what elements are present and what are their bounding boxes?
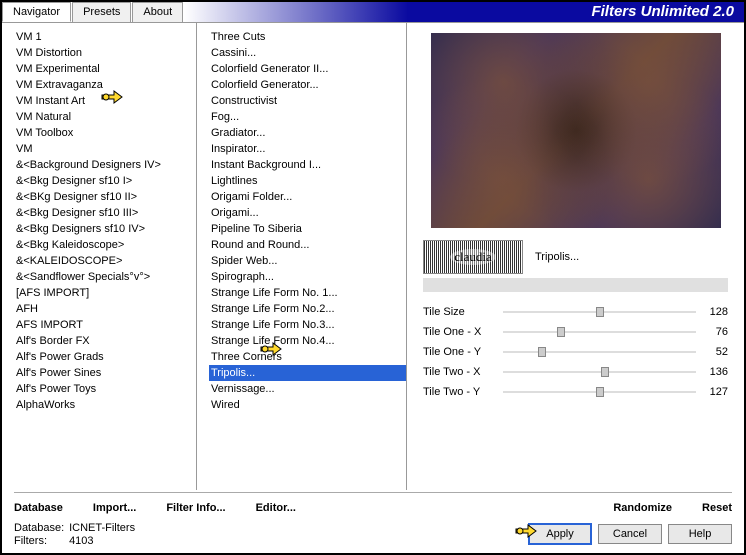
category-item[interactable]: &<Bkg Designers sf10 IV> bbox=[14, 221, 196, 237]
filter-item[interactable]: Strange Life Form No. 1... bbox=[209, 285, 406, 301]
filter-item[interactable]: Fog... bbox=[209, 109, 406, 125]
preview-image bbox=[431, 33, 721, 228]
slider-thumb[interactable] bbox=[596, 387, 604, 397]
cancel-button[interactable]: Cancel bbox=[598, 524, 662, 544]
filter-item[interactable]: Tripolis... bbox=[209, 365, 406, 381]
category-item[interactable]: VM 1 bbox=[14, 29, 196, 45]
filter-item[interactable]: Vernissage... bbox=[209, 381, 406, 397]
filter-item[interactable]: Origami Folder... bbox=[209, 189, 406, 205]
tab-presets[interactable]: Presets bbox=[72, 2, 131, 22]
filter-item[interactable]: Colorfield Generator... bbox=[209, 77, 406, 93]
category-item[interactable]: VM Experimental bbox=[14, 61, 196, 77]
reset-button[interactable]: Reset bbox=[702, 502, 732, 514]
slider-thumb[interactable] bbox=[596, 307, 604, 317]
tab-strip: Navigator Presets About bbox=[2, 2, 184, 22]
slider-label: Tile One - X bbox=[423, 326, 503, 338]
slider-row: Tile One - X 76 bbox=[423, 322, 728, 342]
category-item[interactable]: Alf's Power Grads bbox=[14, 349, 196, 365]
category-item[interactable]: VM Natural bbox=[14, 109, 196, 125]
category-item[interactable]: Alf's Border FX bbox=[14, 333, 196, 349]
app-title: Filters Unlimited 2.0 bbox=[184, 2, 744, 22]
filter-item[interactable]: Gradiator... bbox=[209, 125, 406, 141]
slider-label: Tile Two - Y bbox=[423, 386, 503, 398]
import-button[interactable]: Import... bbox=[93, 502, 136, 514]
slider-value: 52 bbox=[696, 346, 728, 358]
category-list[interactable]: VM 1VM DistortionVM ExperimentalVM Extra… bbox=[2, 23, 197, 490]
author-logo: claudia bbox=[423, 240, 523, 274]
filter-item[interactable]: Strange Life Form No.2... bbox=[209, 301, 406, 317]
filter-item[interactable]: Constructivist bbox=[209, 93, 406, 109]
filter-item[interactable]: Three Cuts bbox=[209, 29, 406, 45]
category-item[interactable]: VM Distortion bbox=[14, 45, 196, 61]
help-button[interactable]: Help bbox=[668, 524, 732, 544]
slider-value: 76 bbox=[696, 326, 728, 338]
category-item[interactable]: VM bbox=[14, 141, 196, 157]
category-item[interactable]: AFH bbox=[14, 301, 196, 317]
category-item[interactable]: &<Bkg Designer sf10 I> bbox=[14, 173, 196, 189]
filter-item[interactable]: Spirograph... bbox=[209, 269, 406, 285]
filter-item[interactable]: Pipeline To Siberia bbox=[209, 221, 406, 237]
slider-row: Tile Two - X 136 bbox=[423, 362, 728, 382]
category-item[interactable]: &<KALEIDOSCOPE> bbox=[14, 253, 196, 269]
filter-item[interactable]: Inspirator... bbox=[209, 141, 406, 157]
slider-track[interactable] bbox=[503, 364, 696, 380]
slider-track[interactable] bbox=[503, 304, 696, 320]
category-item[interactable]: [AFS IMPORT] bbox=[14, 285, 196, 301]
slider-row: Tile One - Y 52 bbox=[423, 342, 728, 362]
filter-item[interactable]: Wired bbox=[209, 397, 406, 413]
slider-thumb[interactable] bbox=[557, 327, 565, 337]
slider-row: Tile Two - Y 127 bbox=[423, 382, 728, 402]
filter-item[interactable]: Spider Web... bbox=[209, 253, 406, 269]
filter-item[interactable]: Round and Round... bbox=[209, 237, 406, 253]
randomize-button[interactable]: Randomize bbox=[613, 502, 672, 514]
category-item[interactable]: VM Toolbox bbox=[14, 125, 196, 141]
filter-item[interactable]: Strange Life Form No.4... bbox=[209, 333, 406, 349]
category-item[interactable]: Alf's Power Sines bbox=[14, 365, 196, 381]
slider-value: 127 bbox=[696, 386, 728, 398]
pointer-hand-icon bbox=[259, 339, 283, 359]
slider-label: Tile One - Y bbox=[423, 346, 503, 358]
slider-thumb[interactable] bbox=[538, 347, 546, 357]
status-bar: Database: ICNET-Filters Filters: 4103 bbox=[14, 522, 135, 548]
category-item[interactable]: &<Bkg Designer sf10 III> bbox=[14, 205, 196, 221]
database-button[interactable]: Database bbox=[14, 502, 63, 514]
tab-about[interactable]: About bbox=[132, 2, 183, 22]
category-item[interactable]: AlphaWorks bbox=[14, 397, 196, 413]
editor-button[interactable]: Editor... bbox=[256, 502, 296, 514]
filter-item[interactable]: Instant Background I... bbox=[209, 157, 406, 173]
filter-item[interactable]: Strange Life Form No.3... bbox=[209, 317, 406, 333]
category-item[interactable]: AFS IMPORT bbox=[14, 317, 196, 333]
filter-name: Tripolis... bbox=[531, 249, 728, 265]
filter-item[interactable]: Colorfield Generator II... bbox=[209, 61, 406, 77]
filter-item[interactable]: Lightlines bbox=[209, 173, 406, 189]
category-item[interactable]: &<BKg Designer sf10 II> bbox=[14, 189, 196, 205]
filter-item[interactable]: Origami... bbox=[209, 205, 406, 221]
slider-value: 136 bbox=[696, 366, 728, 378]
filter-list[interactable]: Three CutsCassini...Colorfield Generator… bbox=[197, 23, 407, 490]
category-item[interactable]: Alf's Power Toys bbox=[14, 381, 196, 397]
slider-row: Tile Size 128 bbox=[423, 302, 728, 322]
filter-info-button[interactable]: Filter Info... bbox=[166, 502, 225, 514]
slider-label: Tile Size bbox=[423, 306, 503, 318]
category-item[interactable]: &<Bkg Kaleidoscope> bbox=[14, 237, 196, 253]
category-item[interactable]: &<Background Designers IV> bbox=[14, 157, 196, 173]
slider-track[interactable] bbox=[503, 324, 696, 340]
tab-navigator[interactable]: Navigator bbox=[2, 2, 71, 22]
slider-thumb[interactable] bbox=[601, 367, 609, 377]
progress-bar bbox=[423, 278, 728, 292]
slider-value: 128 bbox=[696, 306, 728, 318]
category-item[interactable]: &<Sandflower Specials°v°> bbox=[14, 269, 196, 285]
slider-label: Tile Two - X bbox=[423, 366, 503, 378]
slider-track[interactable] bbox=[503, 344, 696, 360]
pointer-hand-icon bbox=[100, 87, 124, 107]
filter-item[interactable]: Three Corners bbox=[209, 349, 406, 365]
filter-item[interactable]: Cassini... bbox=[209, 45, 406, 61]
slider-track[interactable] bbox=[503, 384, 696, 400]
pointer-hand-icon bbox=[514, 521, 538, 541]
